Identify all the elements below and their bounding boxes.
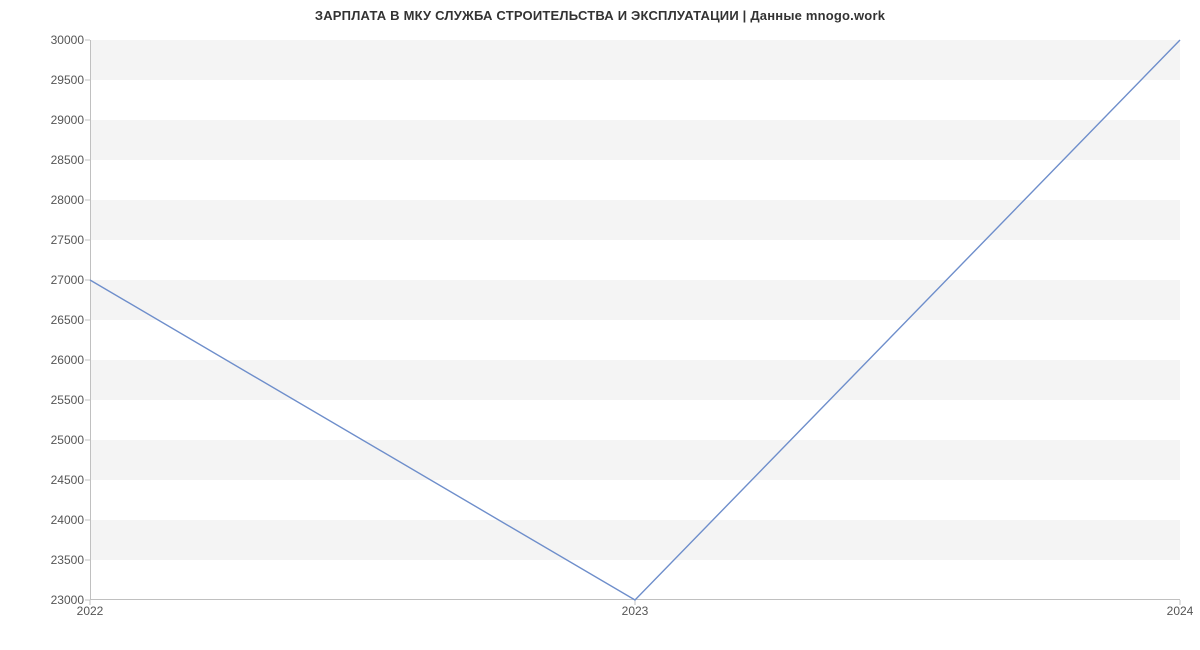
y-tick-label: 27500 [14, 233, 84, 247]
y-tick-label: 29000 [14, 113, 84, 127]
y-tick-label: 28000 [14, 193, 84, 207]
grid-band [90, 360, 1180, 400]
grid-band [90, 40, 1180, 80]
y-tick-label: 30000 [14, 33, 84, 47]
y-tick-label: 24500 [14, 473, 84, 487]
chart-container: ЗАРПЛАТА В МКУ СЛУЖБА СТРОИТЕЛЬСТВА И ЭК… [0, 0, 1200, 650]
chart-title: ЗАРПЛАТА В МКУ СЛУЖБА СТРОИТЕЛЬСТВА И ЭК… [0, 8, 1200, 23]
y-tick-label: 25500 [14, 393, 84, 407]
y-tick-label: 24000 [14, 513, 84, 527]
grid-band [90, 520, 1180, 560]
x-tick-label: 2023 [622, 604, 649, 618]
x-tick-label: 2024 [1167, 604, 1194, 618]
grid-band [90, 200, 1180, 240]
y-tick-label: 29500 [14, 73, 84, 87]
y-tick-label: 26500 [14, 313, 84, 327]
grid-band [90, 440, 1180, 480]
y-tick-label: 26000 [14, 353, 84, 367]
grid-band [90, 280, 1180, 320]
y-tick-label: 23000 [14, 593, 84, 607]
plot-area [90, 40, 1180, 600]
y-tick-label: 25000 [14, 433, 84, 447]
x-tick-label: 2022 [77, 604, 104, 618]
y-tick-label: 28500 [14, 153, 84, 167]
y-tick-label: 23500 [14, 553, 84, 567]
plot-svg [90, 40, 1180, 600]
y-tick-label: 27000 [14, 273, 84, 287]
grid-band [90, 120, 1180, 160]
